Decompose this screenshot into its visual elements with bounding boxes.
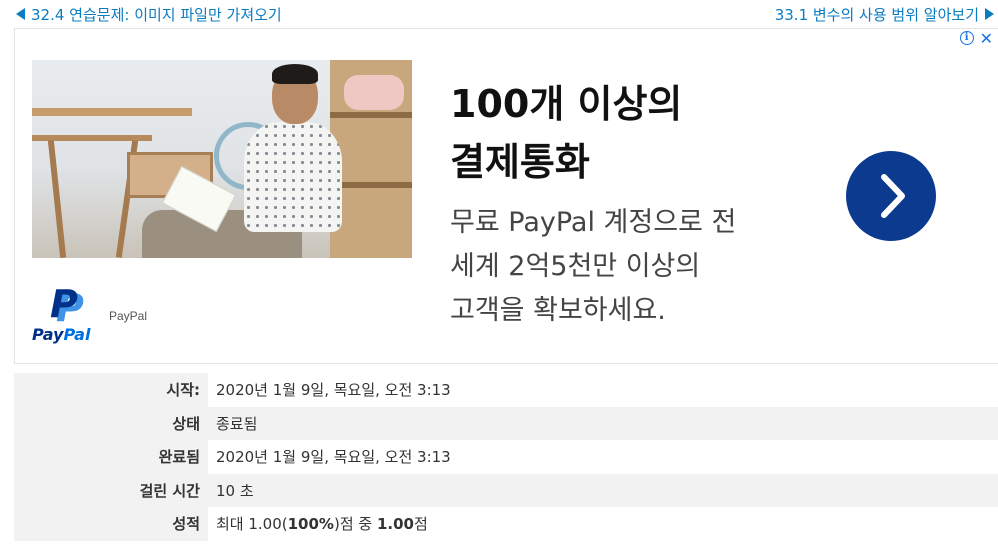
completed-label: 완료됨 <box>14 440 208 474</box>
grade-value: 최대 1.00(100%)점 중 1.00점 <box>208 507 998 541</box>
summary-row-state: 상태 종료됨 <box>14 406 998 440</box>
ad-info-icon[interactable]: i <box>959 31 974 45</box>
next-activity-label: 33.1 변수의 사용 범위 알아보기 <box>774 6 979 24</box>
ad-cta-button[interactable] <box>846 151 936 241</box>
state-value: 종료됨 <box>208 406 998 440</box>
started-label: 시작: <box>14 373 208 407</box>
completed-value: 2020년 1월 9일, 목요일, 오전 3:13 <box>208 440 998 474</box>
ad-controls: i ✕ <box>959 31 993 47</box>
summary-row-grade: 성적 최대 1.00(100%)점 중 1.00점 <box>14 507 998 541</box>
attempt-summary-table: 시작: 2020년 1월 9일, 목요일, 오전 3:13 상태 종료됨 완료됨… <box>14 373 998 541</box>
grade-label: 성적 <box>14 507 208 541</box>
triangle-right-icon <box>985 8 994 20</box>
summary-row-started: 시작: 2020년 1월 9일, 목요일, 오전 3:13 <box>14 373 998 407</box>
chevron-right-icon <box>881 174 905 218</box>
ad-body-text: 무료 PayPal 계정으로 전 세계 2억5천만 이상의 고객을 확보하세요. <box>450 207 737 326</box>
duration-value: 10 초 <box>208 473 998 507</box>
summary-row-duration: 걸린 시간 10 초 <box>14 473 998 507</box>
ad-headline: 100개 이상의 결제통화 <box>450 82 683 184</box>
next-activity-link[interactable]: 33.1 변수의 사용 범위 알아보기 <box>775 5 994 25</box>
started-value: 2020년 1월 9일, 목요일, 오전 3:13 <box>208 373 998 407</box>
state-label: 상태 <box>14 406 208 440</box>
summary-row-completed: 완료됨 2020년 1월 9일, 목요일, 오전 3:13 <box>14 440 998 474</box>
previous-activity-label: 32.4 연습문제: 이미지 파일만 가져오기 <box>31 6 282 24</box>
ad-photo[interactable] <box>32 60 412 258</box>
ad-brand-name: PayPal <box>109 309 148 323</box>
paypal-logo[interactable]: P P PayPal <box>32 285 94 345</box>
triangle-left-icon <box>16 8 25 20</box>
previous-activity-link[interactable]: 32.4 연습문제: 이미지 파일만 가져오기 <box>16 5 282 25</box>
ad-close-icon[interactable]: ✕ <box>980 31 993 47</box>
advertisement-banner[interactable]: i ✕ P P PayPal PayPal 100개 이상의 결제통화 무료 P… <box>14 28 998 364</box>
duration-label: 걸린 시간 <box>14 473 208 507</box>
